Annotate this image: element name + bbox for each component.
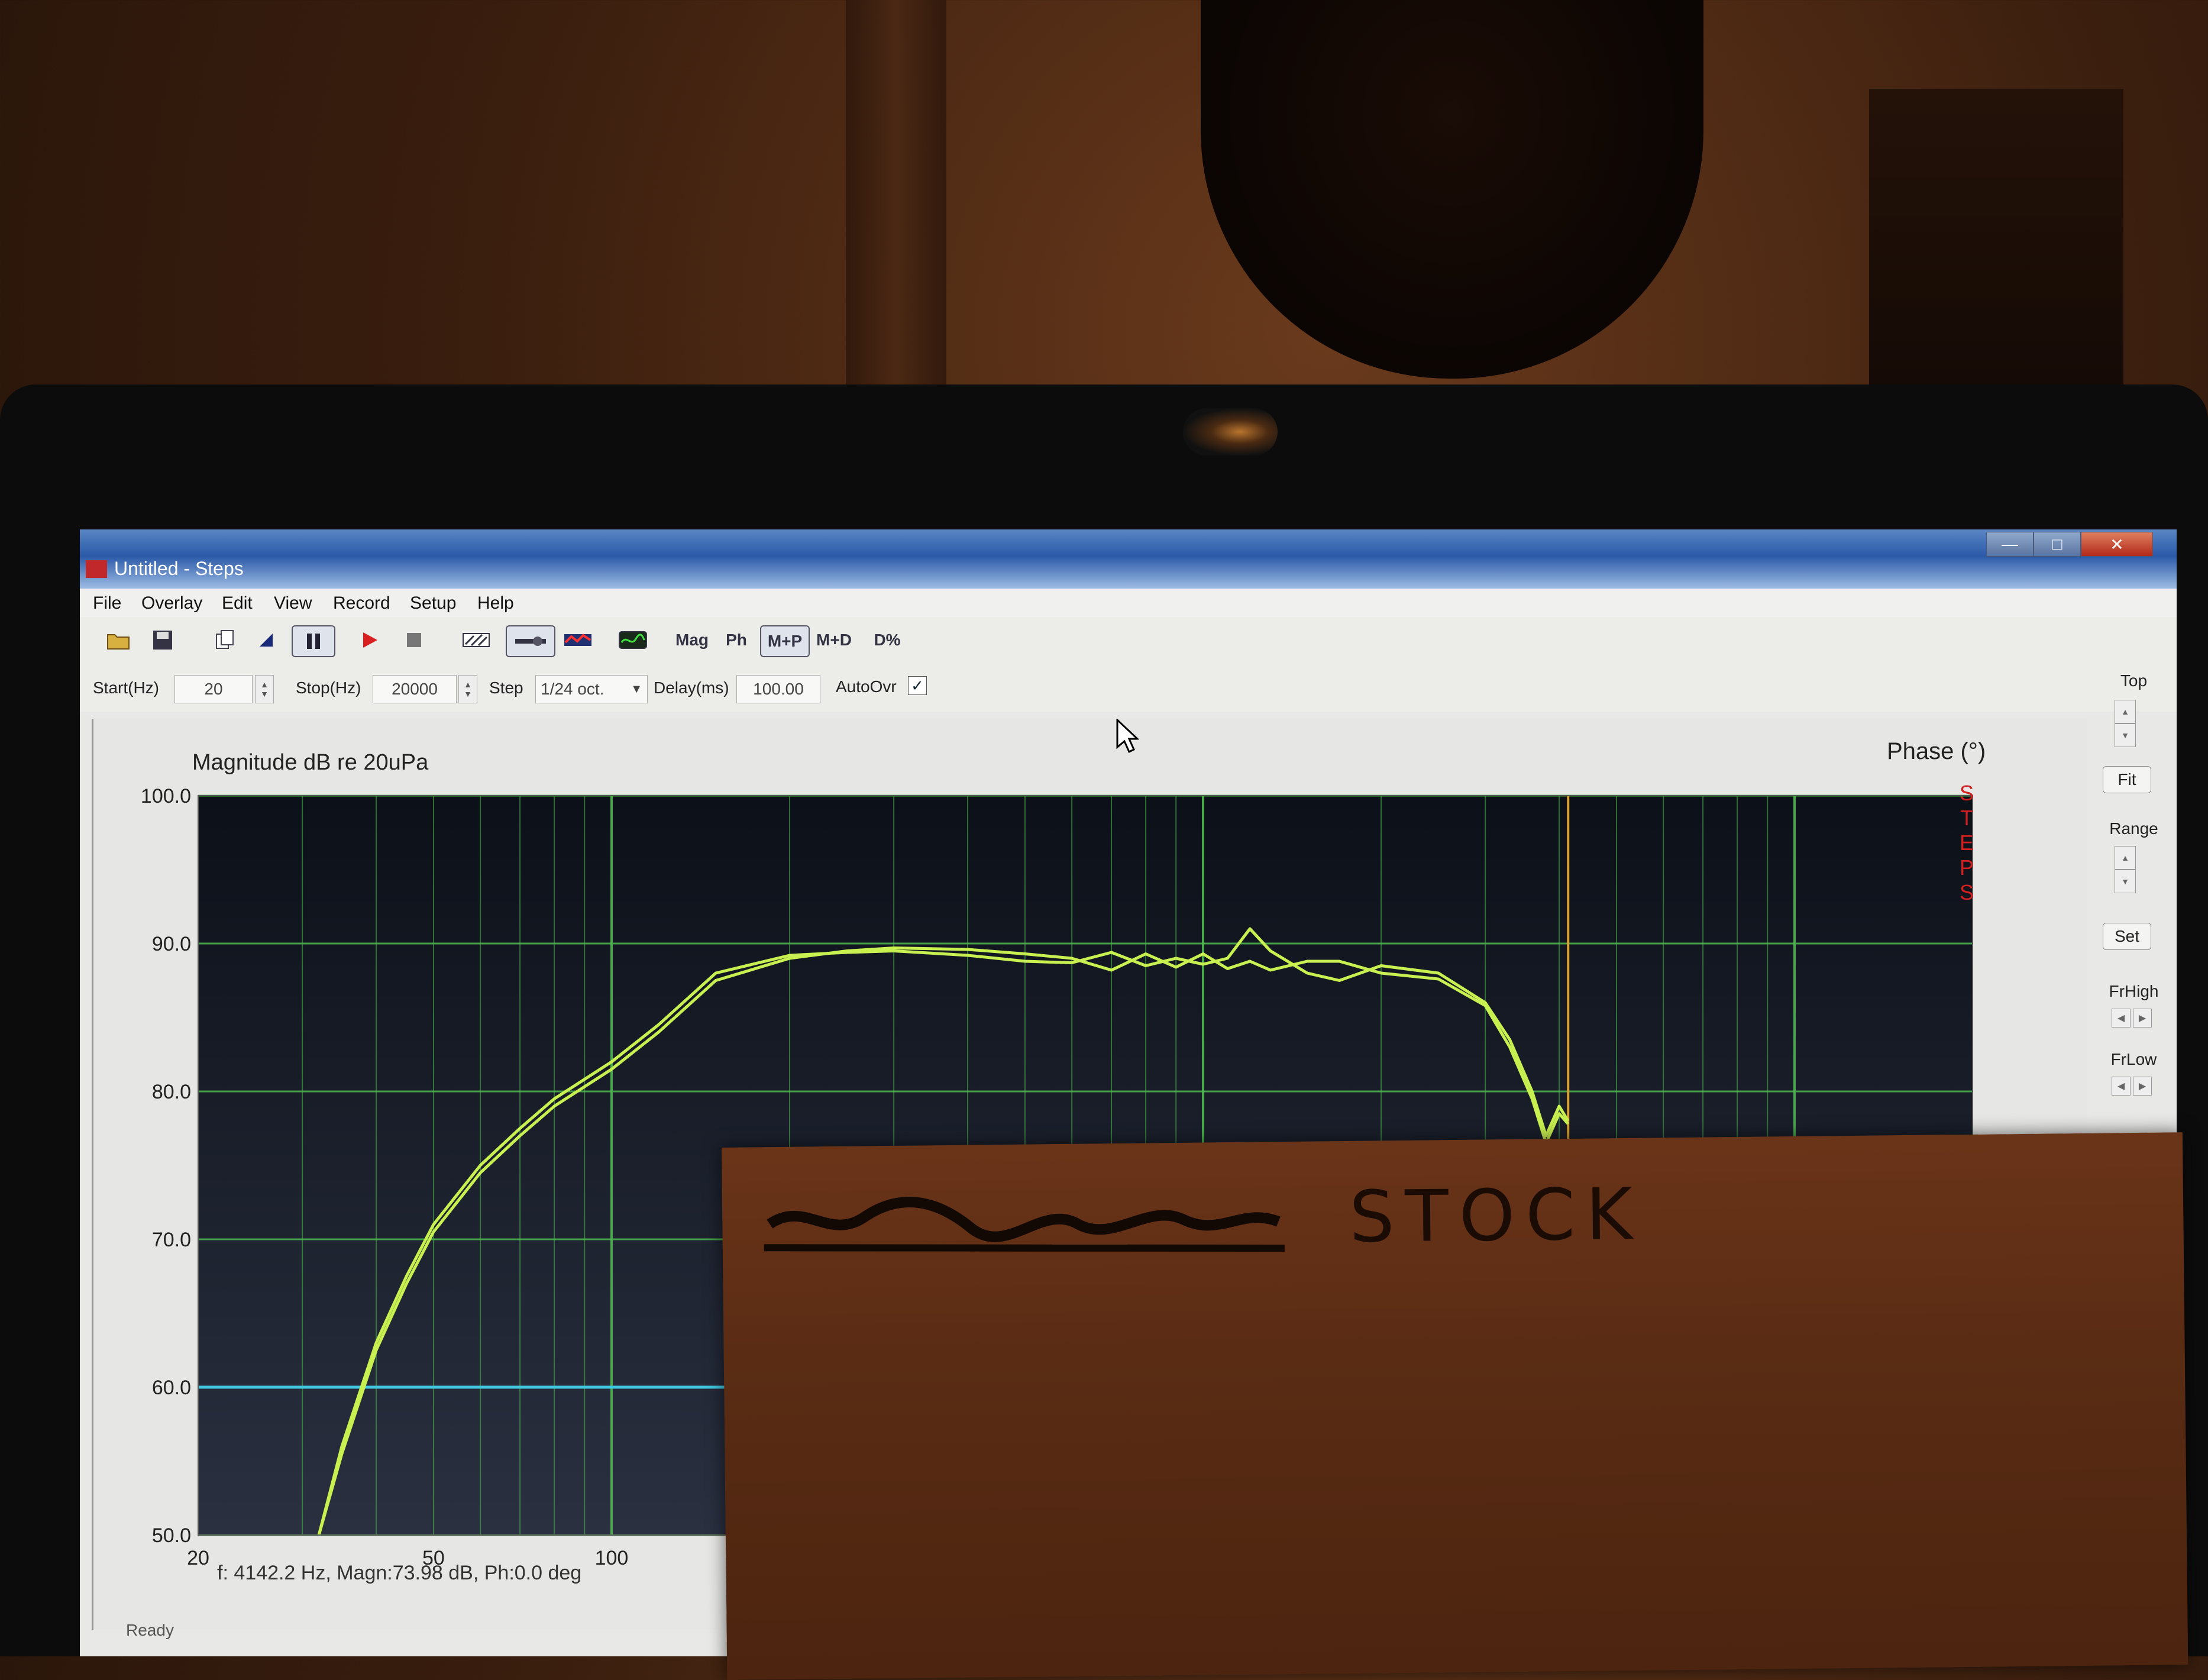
steps-logo: S T E P S [1958,781,1976,905]
mag-button[interactable]: Mag [668,625,716,655]
close-button[interactable]: ✕ [2081,532,2153,557]
stop-hz-field[interactable]: 20000 [373,675,457,703]
record-play-icon[interactable] [355,625,384,655]
autoovr-checkbox[interactable]: ✓ [908,676,927,695]
pause-button[interactable] [292,625,335,657]
background-shelf [1869,89,2123,396]
app-icon [86,560,107,578]
note-handwriting: STOCK [1349,1173,1644,1259]
y-tick-label: 70.0 [152,1229,191,1251]
maximize-button[interactable]: □ [2034,532,2081,557]
start-hz-field[interactable]: 20 [174,675,253,703]
mag-phase-button[interactable]: M+P [760,625,810,657]
top-label: Top [2120,671,2148,690]
menu-bar: File Overlay Edit View Record Setup Help [80,589,2177,618]
frlow-spinner[interactable]: ◀ ▶ [2112,1077,2152,1096]
y-tick-label: 60.0 [152,1377,191,1399]
cursor-tool-icon[interactable] [251,625,281,655]
window-title: Untitled - Steps [114,558,244,579]
right-arrow-icon[interactable]: ▶ [2133,1077,2152,1096]
toolbar: Mag Ph M+P M+D D% [80,617,2177,665]
y-tick-label: 90.0 [152,933,191,955]
menu-edit[interactable]: Edit [222,593,253,613]
delay-ms-field[interactable]: 100.00 [736,675,820,703]
stop-icon[interactable] [399,625,429,655]
mag-delay-button[interactable]: M+D [810,625,858,655]
y-tick-label: 80.0 [152,1081,191,1103]
paper-note: STOCK [722,1132,2188,1680]
steps-logo-letter: E [1959,831,1974,855]
menu-file[interactable]: File [93,593,121,613]
mouse-pointer-icon [1116,719,1139,754]
menu-setup[interactable]: Setup [410,593,456,613]
parameter-bar: Start(Hz) 20 ▲ ▼ Stop(Hz) 20000 ▲ ▼ Step 1… [80,664,2177,712]
webcam [1183,408,1278,455]
start-label: Start(Hz) [93,679,159,697]
stop-hz-spinner[interactable]: ▲ ▼ [458,675,477,703]
autoovr-label: AutoOvr [836,677,897,696]
scribbled-out-word [764,1197,1285,1252]
menu-record[interactable]: Record [333,593,390,613]
stop-label: Stop(Hz) [296,679,361,697]
range-label: Range [2109,819,2158,838]
steps-logo-letter: S [1959,781,1974,805]
y-tick-label: 50.0 [152,1524,191,1547]
phase-button[interactable]: Ph [719,625,754,655]
fit-button[interactable]: Fit [2103,766,2151,793]
status-bar-text: Ready [126,1621,174,1639]
scope-icon[interactable] [615,625,651,655]
steps-logo-letter: S [1959,880,1974,904]
range-down-spinner[interactable]: ▼ [2115,870,2136,893]
menu-overlay[interactable]: Overlay [141,593,202,613]
left-arrow-icon[interactable]: ◀ [2112,1077,2131,1096]
x-tick-label: 100 [595,1547,629,1565]
step-select-value: 1/24 oct. [541,680,604,698]
x-tick-label: 20 [187,1547,209,1565]
spectrum-icon[interactable] [560,625,596,655]
delay-label: Delay(ms) [654,679,729,697]
y-tick-label: 100.0 [141,785,191,807]
right-arrow-icon[interactable]: ▶ [2133,1009,2152,1028]
phase-axis-title: Phase (°) [1887,738,1986,764]
chevron-down-icon: ▼ [631,682,642,696]
plot-style-icon[interactable] [458,625,494,655]
frhigh-label: FrHigh [2109,982,2159,1000]
distortion-percent-button[interactable]: D% [867,625,908,655]
floppy-disk-icon[interactable] [148,625,177,655]
steps-logo-letter: T [1960,806,1973,830]
minimize-button[interactable]: — [1986,532,2034,557]
copy-icon[interactable] [210,625,240,655]
steps-logo-letter: P [1959,855,1974,880]
top-down-spinner[interactable]: ▼ [2115,723,2136,747]
menu-help[interactable]: Help [477,593,514,613]
left-arrow-icon[interactable]: ◀ [2112,1009,2131,1028]
frhigh-spinner[interactable]: ◀ ▶ [2112,1009,2152,1028]
menu-view[interactable]: View [274,593,312,613]
cursor-readout: f: 4142.2 Hz, Magn:73.98 dB, Ph:0.0 deg [217,1562,582,1584]
top-up-spinner[interactable]: ▲ [2115,700,2136,723]
step-label: Step [489,679,523,697]
meter-toggle-button[interactable] [506,625,555,657]
background-wine-glass [1201,0,1703,379]
step-select[interactable]: 1/24 oct. ▼ [535,675,648,703]
set-button[interactable]: Set [2103,923,2151,950]
frlow-label: FrLow [2110,1050,2157,1068]
window-controls: — □ ✕ [1986,532,2153,557]
title-bar[interactable]: Untitled - Steps — □ ✕ [80,529,2177,589]
folder-open-icon[interactable] [104,625,133,655]
start-hz-spinner[interactable]: ▲ ▼ [255,675,274,703]
range-up-spinner[interactable]: ▲ [2115,846,2136,870]
background-glass-stem [846,0,946,390]
